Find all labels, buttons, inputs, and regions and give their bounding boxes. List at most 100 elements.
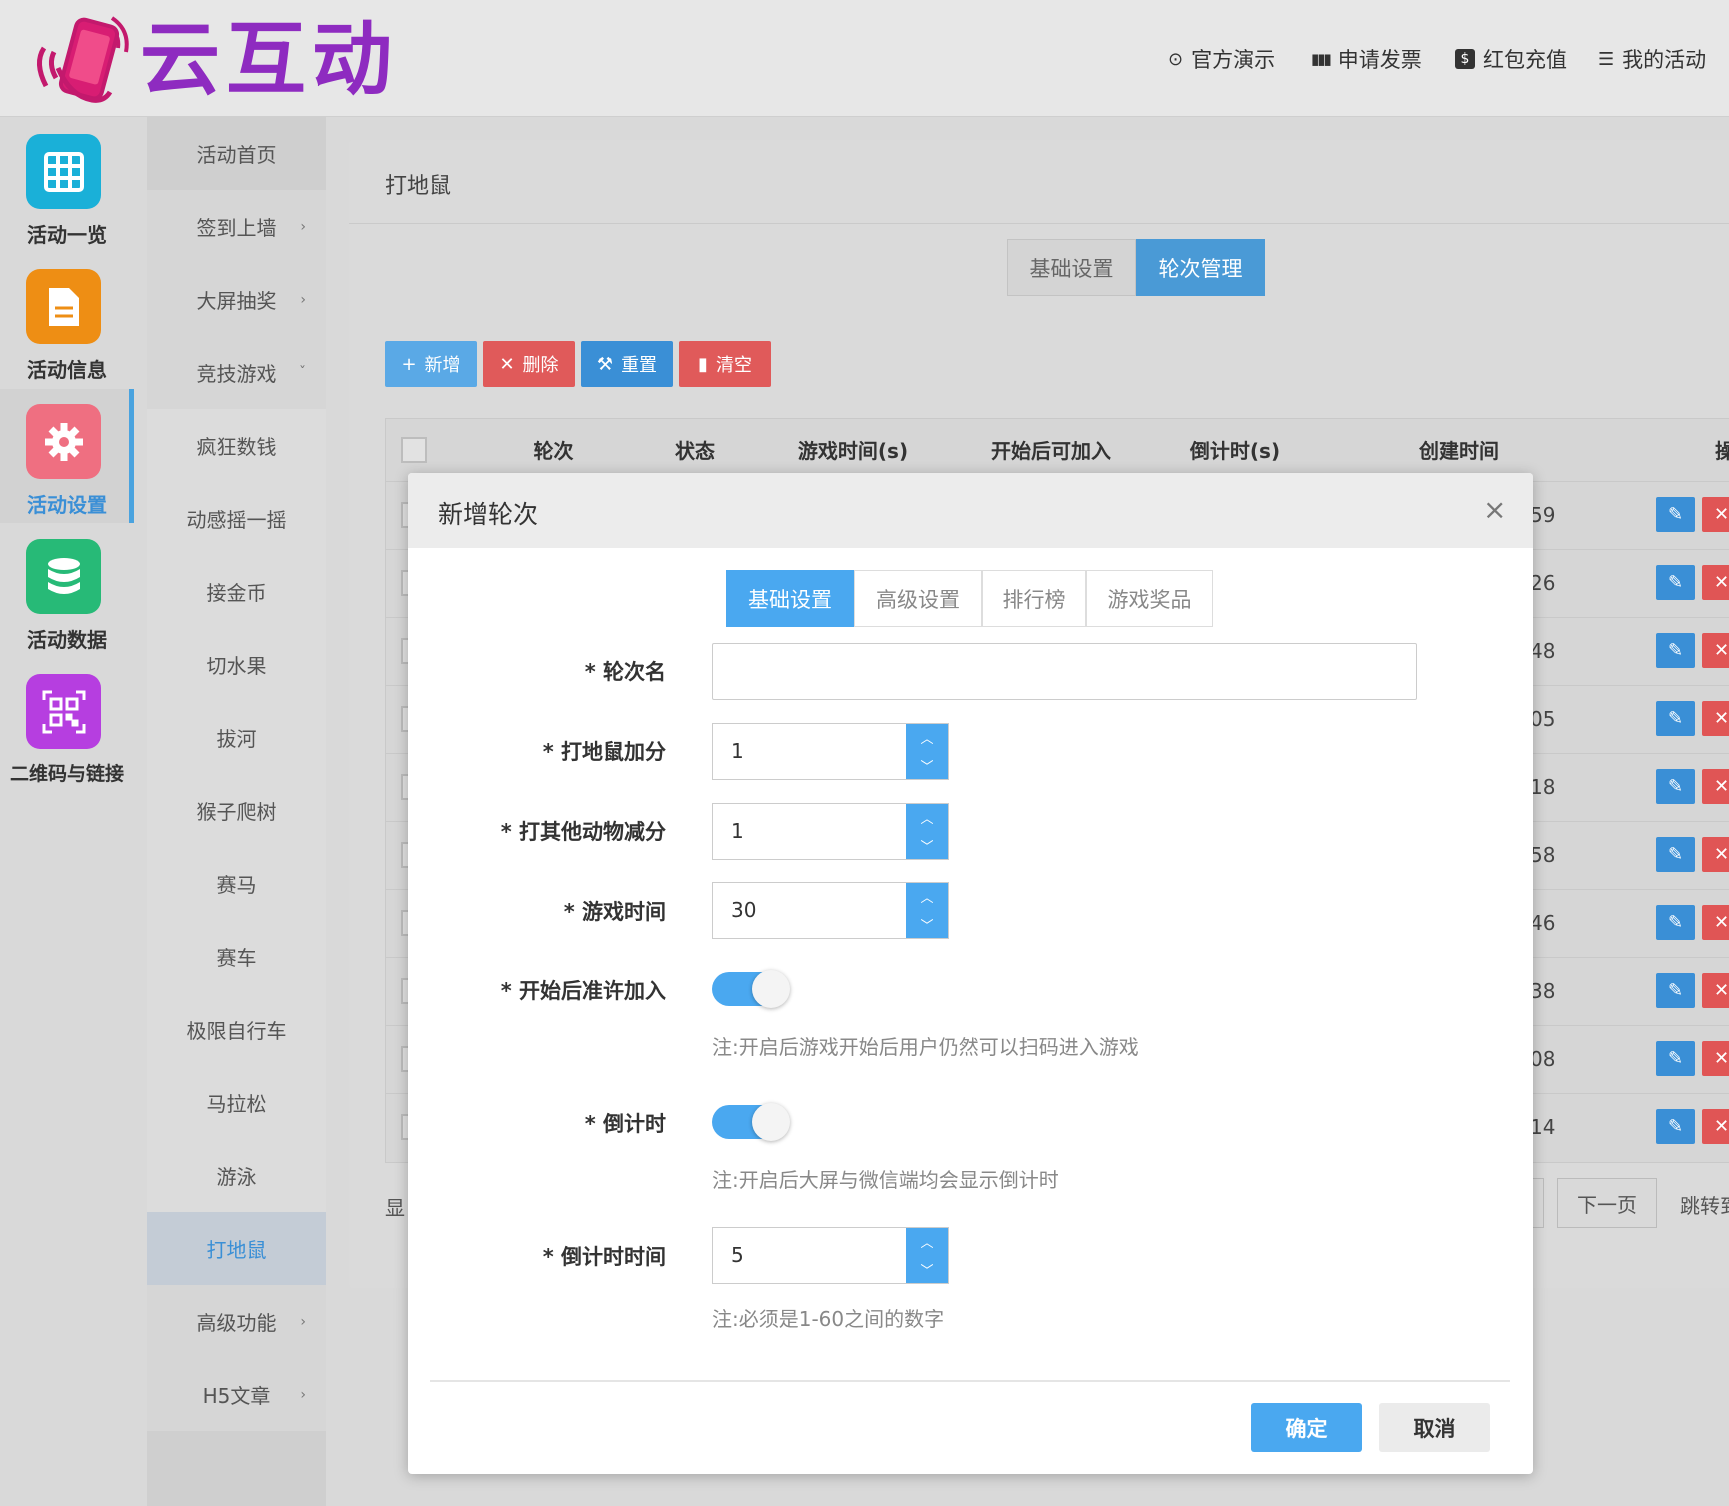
edit-row-button[interactable]: ✎ xyxy=(1656,905,1695,940)
countdown-toggle[interactable] xyxy=(712,1103,790,1141)
subnav-item-tug[interactable]: 拔河 xyxy=(147,701,326,774)
delete-row-button[interactable]: ✕ xyxy=(1702,1109,1729,1144)
dialog-footer-divider xyxy=(430,1380,1510,1382)
subnav-item-bike[interactable]: 极限自行车 xyxy=(147,993,326,1066)
subnav-item-count-money[interactable]: 疯狂数钱 xyxy=(147,409,326,482)
edit-row-button[interactable]: ✎ xyxy=(1656,701,1695,736)
header-link-my-activities[interactable]: ☰ 我的活动 xyxy=(1598,44,1706,74)
header-link-demo[interactable]: ⊙ 官方演示 xyxy=(1168,44,1275,74)
chevron-down-icon[interactable]: ﹀ xyxy=(920,836,933,855)
subnav-item-catch-coins[interactable]: 接金币 xyxy=(147,555,326,628)
countdown-note: 注:开启后大屏与微信端均会显示倒计时 xyxy=(712,1168,1059,1192)
stepper-value[interactable]: 1 xyxy=(713,804,906,859)
rail-item-info[interactable]: 活动信息 xyxy=(0,254,134,390)
subnav-item-signin-wall[interactable]: 签到上墙 › xyxy=(147,190,326,263)
segment-round-management[interactable]: 轮次管理 xyxy=(1136,239,1265,296)
stepper-value[interactable]: 1 xyxy=(713,724,906,779)
hit-score-stepper[interactable]: 1 ︿ ﹀ xyxy=(712,723,949,780)
edit-row-button[interactable]: ✎ xyxy=(1656,565,1695,600)
rail-item-data[interactable]: 活动数据 xyxy=(0,524,134,660)
database-icon xyxy=(26,539,101,614)
column-header[interactable]: 开始后可加入 xyxy=(946,418,1156,481)
chevron-down-icon[interactable]: ﹀ xyxy=(920,756,933,775)
subnav-label: 切水果 xyxy=(206,654,267,678)
column-header[interactable]: 游戏时间(s) xyxy=(760,418,946,481)
clear-button[interactable]: ▮ 清空 xyxy=(679,341,771,387)
stepper-value[interactable]: 5 xyxy=(713,1228,906,1283)
chevron-down-icon[interactable]: ﹀ xyxy=(920,915,933,934)
subnav-label: 大屏抽奖 xyxy=(196,289,277,313)
delete-row-button[interactable]: ✕ xyxy=(1702,701,1729,736)
other-animal-penalty-stepper[interactable]: 1 ︿ ﹀ xyxy=(712,803,949,860)
create-time-cell: 14 xyxy=(1530,1115,1556,1139)
subnav-item-lottery[interactable]: 大屏抽奖 › xyxy=(147,263,326,336)
subnav-item-marathon[interactable]: 马拉松 xyxy=(147,1066,326,1139)
chevron-down-icon[interactable]: ﹀ xyxy=(920,1260,933,1279)
segment-basic-settings[interactable]: 基础设置 xyxy=(1007,239,1136,296)
subnav-item-swim[interactable]: 游泳 xyxy=(147,1139,326,1212)
select-all-checkbox[interactable] xyxy=(401,437,427,463)
countdown-time-note: 注:必须是1-60之间的数字 xyxy=(712,1307,945,1331)
delete-row-button[interactable]: ✕ xyxy=(1702,769,1729,804)
stepper-value[interactable]: 30 xyxy=(713,883,906,938)
delete-button[interactable]: ✕ 删除 xyxy=(483,341,575,387)
chevron-up-icon[interactable]: ︿ xyxy=(920,728,933,747)
header-link-invoice[interactable]: ▮▮▮ 申请发票 xyxy=(1311,44,1422,74)
edit-row-button[interactable]: ✎ xyxy=(1656,1041,1695,1076)
edit-row-button[interactable]: ✎ xyxy=(1656,1109,1695,1144)
edit-row-button[interactable]: ✎ xyxy=(1656,769,1695,804)
rail-item-qrcode[interactable]: 二维码与链接 xyxy=(0,659,134,795)
subnav-item-activity-home[interactable]: 活动首页 xyxy=(147,117,326,190)
grid-icon xyxy=(26,134,101,209)
column-header[interactable]: 操 xyxy=(1715,418,1729,481)
delete-row-button[interactable]: ✕ xyxy=(1702,973,1729,1008)
subnav-item-whack-a-mole[interactable]: 打地鼠 xyxy=(147,1212,326,1285)
delete-row-button[interactable]: ✕ xyxy=(1702,497,1729,532)
reset-button[interactable]: ⚒ 重置 xyxy=(581,341,673,387)
phone-hand-icon[interactable] xyxy=(30,8,140,108)
column-header[interactable]: 倒计时(s) xyxy=(1156,418,1314,481)
subnav-item-car[interactable]: 赛车 xyxy=(147,920,326,993)
subnav-item-games[interactable]: 竞技游戏 ˇ xyxy=(147,336,326,409)
rail-item-overview[interactable]: 活动一览 xyxy=(0,119,134,255)
add-button[interactable]: + 新增 xyxy=(385,341,477,387)
subnav-item-advanced[interactable]: 高级功能 › xyxy=(147,1285,326,1358)
allow-join-toggle[interactable] xyxy=(712,970,790,1008)
chevron-right-icon: › xyxy=(300,1313,306,1330)
tab-advanced-settings[interactable]: 高级设置 xyxy=(854,570,982,627)
chevron-up-icon[interactable]: ︿ xyxy=(920,1232,933,1251)
column-header[interactable]: 状态 xyxy=(630,418,760,481)
rail-item-settings[interactable]: 活动设置 xyxy=(0,389,134,523)
subnav-item-monkey[interactable]: 猴子爬树 xyxy=(147,774,326,847)
delete-row-button[interactable]: ✕ xyxy=(1702,905,1729,940)
edit-row-button[interactable]: ✎ xyxy=(1656,837,1695,872)
edit-row-button[interactable]: ✎ xyxy=(1656,973,1695,1008)
chevron-up-icon[interactable]: ︿ xyxy=(920,887,933,906)
tab-basic-settings[interactable]: 基础设置 xyxy=(726,570,854,627)
edit-row-button[interactable]: ✎ xyxy=(1656,497,1695,532)
tab-game-prizes[interactable]: 游戏奖品 xyxy=(1086,570,1213,627)
delete-row-button[interactable]: ✕ xyxy=(1702,633,1729,668)
delete-row-button[interactable]: ✕ xyxy=(1702,837,1729,872)
countdown-time-stepper[interactable]: 5 ︿ ﹀ xyxy=(712,1227,949,1284)
list-icon: ☰ xyxy=(1598,48,1615,70)
edit-row-button[interactable]: ✎ xyxy=(1656,633,1695,668)
round-name-input[interactable] xyxy=(712,643,1417,700)
subnav-item-fruit[interactable]: 切水果 xyxy=(147,628,326,701)
delete-row-button[interactable]: ✕ xyxy=(1702,1041,1729,1076)
close-icon[interactable]: × xyxy=(1483,493,1506,526)
tab-leaderboard[interactable]: 排行榜 xyxy=(982,570,1086,627)
game-time-stepper[interactable]: 30 ︿ ﹀ xyxy=(712,882,949,939)
confirm-button[interactable]: 确定 xyxy=(1251,1403,1362,1452)
column-header[interactable]: 轮次 xyxy=(477,418,630,481)
subnav-item-h5[interactable]: H5文章 › xyxy=(147,1358,326,1431)
cancel-button[interactable]: 取消 xyxy=(1379,1403,1490,1452)
brand-name: 云互动 xyxy=(140,13,398,106)
next-page-button[interactable]: 下一页 xyxy=(1557,1178,1657,1228)
header-link-recharge[interactable]: $ 红包充值 xyxy=(1455,44,1567,74)
subnav-item-shake[interactable]: 动感摇一摇 xyxy=(147,482,326,555)
delete-row-button[interactable]: ✕ xyxy=(1702,565,1729,600)
column-header[interactable]: 创建时间 xyxy=(1314,418,1604,481)
chevron-up-icon[interactable]: ︿ xyxy=(920,808,933,827)
subnav-item-horse[interactable]: 赛马 xyxy=(147,847,326,920)
